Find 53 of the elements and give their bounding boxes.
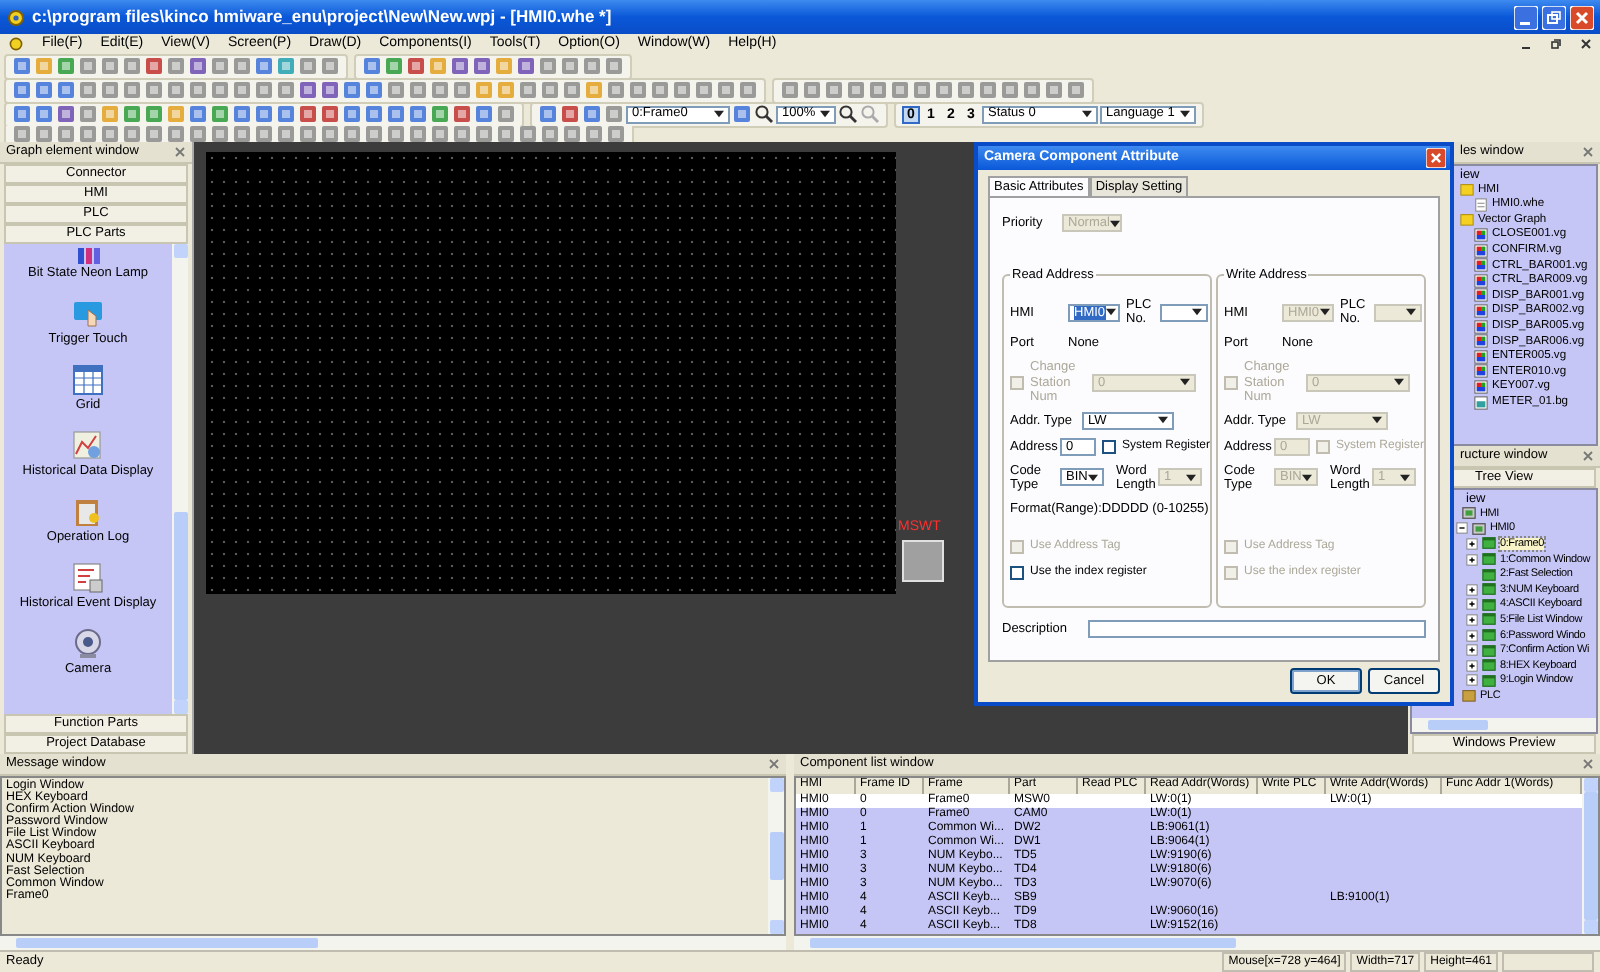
caret-icon: [1109, 219, 1120, 227]
caret-icon: [1157, 416, 1168, 425]
caret-icon: [1406, 308, 1416, 317]
grid-icon[interactable]: [72, 363, 104, 396]
zoom-in-icon[interactable]: [838, 104, 858, 124]
close-icon[interactable]: [1580, 38, 1592, 50]
switch-widget[interactable]: [902, 539, 944, 582]
caret-icon: [1105, 308, 1116, 317]
scrollbar[interactable]: [1412, 718, 1596, 732]
list-icon[interactable]: [72, 561, 104, 594]
caret-icon: [1180, 378, 1190, 387]
caret-icon: [1400, 473, 1410, 482]
caret-icon: [714, 110, 724, 118]
caret-icon: [1319, 308, 1330, 317]
caret-icon: [820, 110, 830, 118]
scrollbar[interactable]: [1582, 778, 1598, 934]
zoom-icon[interactable]: [754, 104, 774, 124]
description-field[interactable]: [1087, 620, 1426, 639]
expand-icon[interactable]: [1466, 629, 1478, 642]
minimize-icon[interactable]: [1514, 5, 1538, 29]
caret-icon: [1088, 473, 1098, 482]
touch-panel-icon[interactable]: [72, 297, 104, 330]
expand-icon[interactable]: [1466, 553, 1478, 566]
caret-icon: [1302, 473, 1312, 482]
expand-icon[interactable]: [1466, 674, 1478, 687]
plc-icon: [1462, 688, 1476, 703]
expand-icon[interactable]: [1466, 613, 1478, 626]
clipboard-icon[interactable]: [72, 495, 104, 528]
plc-select[interactable]: [1160, 303, 1208, 322]
expand-icon[interactable]: [1466, 583, 1478, 596]
window-title: c:\program files\kinco hmiware_enu\project\New\New.wpj - [HMI0.whe *]: [32, 7, 612, 27]
scrollbar[interactable]: [794, 936, 1600, 950]
scrollbar[interactable]: [0, 936, 786, 950]
expand-icon[interactable]: [1466, 537, 1478, 550]
caret-icon: [1371, 416, 1382, 425]
caret-icon: [1186, 473, 1196, 482]
caret-icon: [1180, 110, 1190, 118]
expand-icon[interactable]: [1466, 659, 1478, 672]
expand-icon[interactable]: [1466, 644, 1478, 657]
collapse-icon[interactable]: [1456, 522, 1468, 535]
document-icon: [1474, 197, 1488, 212]
restore-icon[interactable]: [1550, 38, 1562, 50]
scrollbar[interactable]: [768, 778, 784, 934]
caret-icon: [1082, 110, 1092, 118]
chart-icon[interactable]: [72, 429, 104, 462]
bars-icon[interactable]: [72, 247, 104, 264]
checkbox[interactable]: [1102, 439, 1116, 454]
caret-icon: [1394, 378, 1404, 387]
caret-icon: [1192, 308, 1202, 317]
checkbox[interactable]: [1010, 566, 1024, 581]
expand-icon[interactable]: [1466, 598, 1478, 611]
camera-icon[interactable]: [72, 627, 104, 660]
scrollbar[interactable]: [172, 244, 188, 714]
